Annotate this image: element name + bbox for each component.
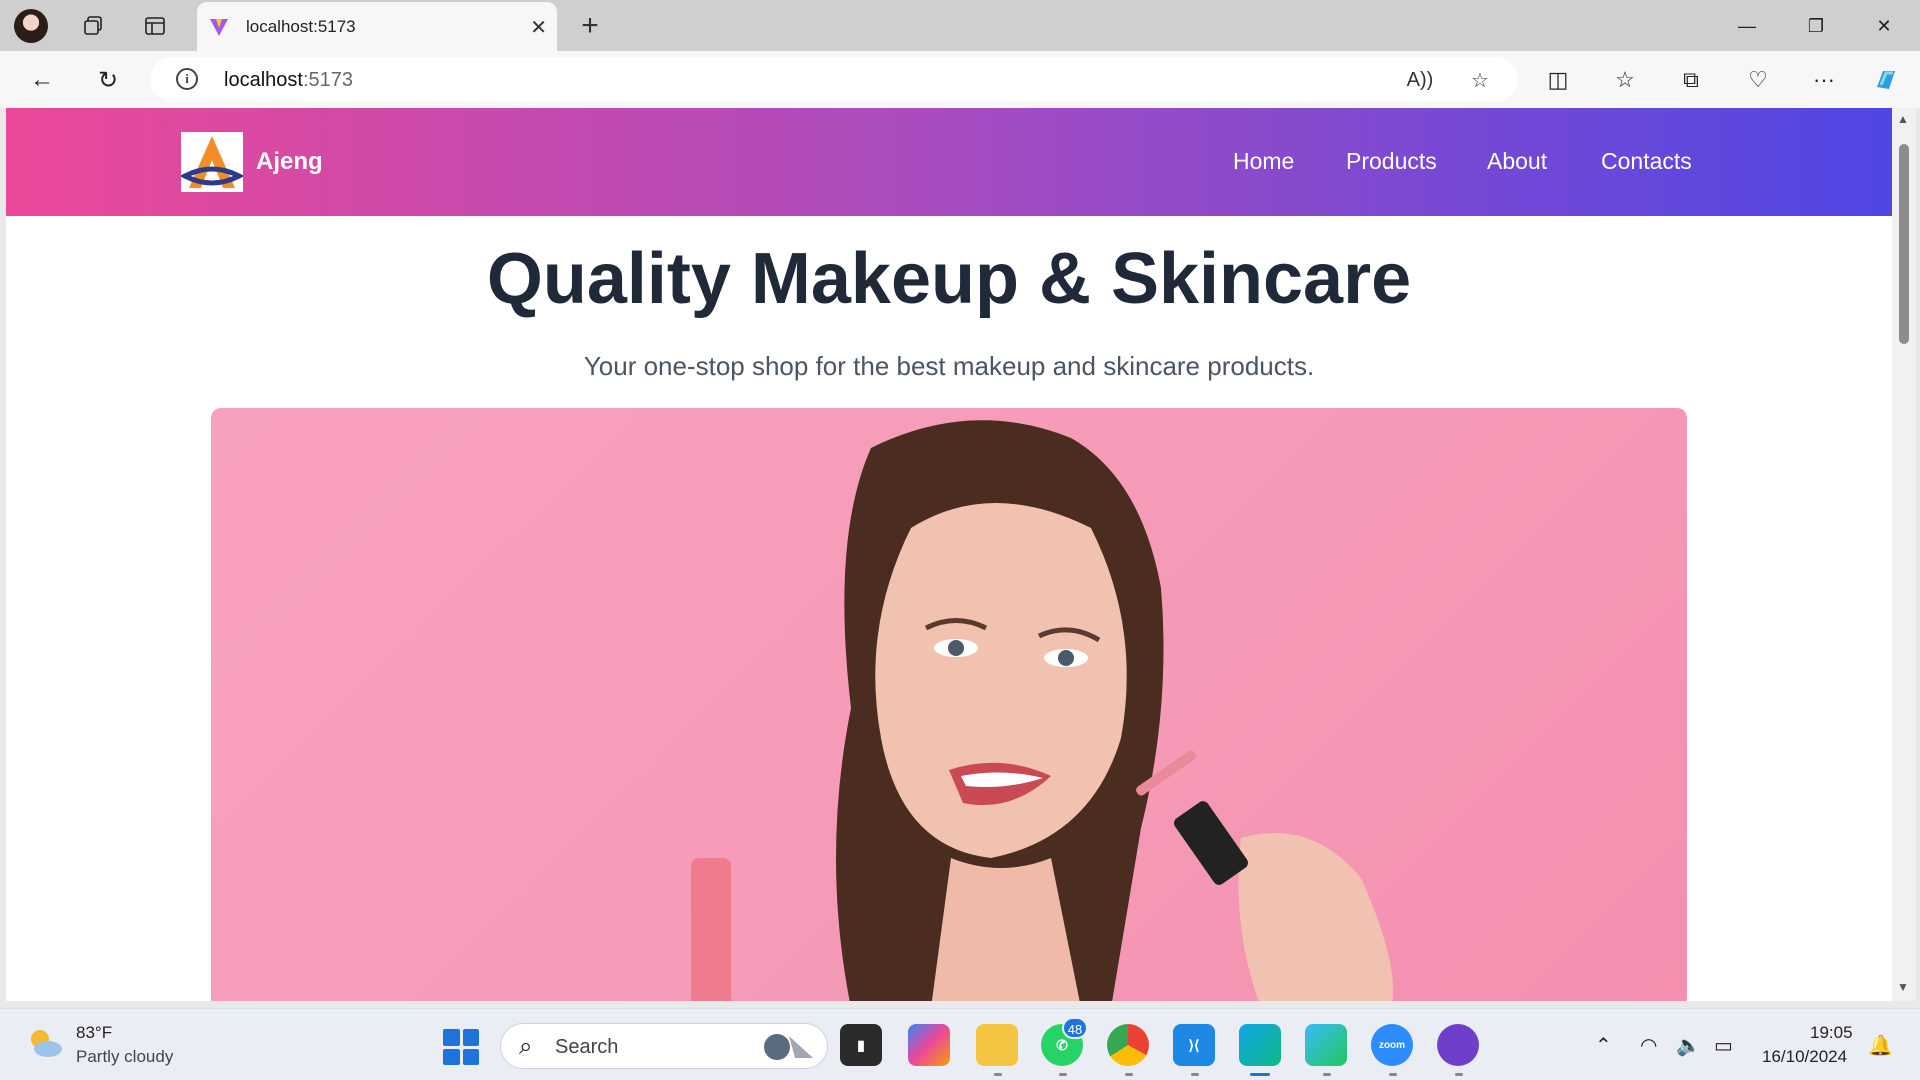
taskbar-search[interactable]: ⌕ Search	[500, 1023, 828, 1069]
search-icon: ⌕	[519, 1033, 533, 1060]
running-indicator	[1125, 1073, 1133, 1076]
github-desktop-icon[interactable]	[1437, 1024, 1479, 1066]
task-view-icon[interactable]: ▮	[840, 1024, 882, 1066]
new-tab-icon[interactable]: +	[572, 8, 608, 44]
refresh-icon[interactable]: ↻	[90, 62, 126, 98]
page-scrollbar[interactable]: ▲ ▼	[1892, 108, 1916, 1001]
edge-dev-icon[interactable]	[1305, 1024, 1347, 1066]
url-text: localhost:5173	[224, 69, 353, 91]
notification-bell-icon[interactable]: 🔔	[1868, 1033, 1893, 1058]
copilot-icon[interactable]	[1868, 62, 1904, 98]
hero-subtitle: Your one-stop shop for the best makeup a…	[583, 351, 1315, 381]
search-highlight-icon	[764, 1034, 813, 1060]
clock-time[interactable]: 19:05	[1810, 1023, 1853, 1043]
nav-products-link[interactable]: Products	[1346, 148, 1437, 175]
nav-contacts-link[interactable]: Contacts	[1601, 148, 1692, 175]
whatsapp-badge: 48	[1062, 1017, 1088, 1039]
favorites-icon[interactable]: ☆	[1607, 62, 1643, 98]
address-bar[interactable]: i localhost:5173 A)) ☆	[150, 57, 1518, 102]
scroll-down-icon[interactable]: ▼	[1897, 980, 1909, 994]
vite-favicon	[210, 19, 228, 36]
volume-icon[interactable]: 🔈	[1676, 1033, 1701, 1058]
favorite-star-icon[interactable]: ☆	[1466, 66, 1494, 94]
windows-taskbar: 83°F Partly cloudy ⌕ Search ▮ ✆ 48 ⟩⟨ zo…	[0, 1008, 1920, 1080]
split-screen-icon[interactable]: ◫	[1540, 62, 1576, 98]
workspaces-icon[interactable]	[75, 8, 111, 44]
running-indicator	[1191, 1073, 1199, 1076]
search-label: Search	[555, 1036, 619, 1058]
scroll-thumb[interactable]	[1899, 144, 1909, 344]
running-indicator	[1455, 1073, 1463, 1076]
browser-tab-strip: localhost:5173 ✕ + — ❐ ✕	[0, 0, 1920, 51]
minimize-icon[interactable]: —	[1725, 9, 1769, 43]
running-indicator	[1389, 1073, 1397, 1076]
close-icon[interactable]: ✕	[530, 15, 547, 40]
zoom-icon[interactable]: zoom	[1371, 1024, 1413, 1066]
brand-name[interactable]: Ajeng	[256, 148, 323, 176]
running-indicator	[994, 1073, 1002, 1076]
running-indicator	[1059, 1073, 1067, 1076]
browser-tab-active[interactable]: localhost:5173 ✕	[197, 2, 557, 51]
copilot-app-icon[interactable]	[908, 1024, 950, 1066]
back-icon[interactable]: ←	[24, 62, 60, 98]
restore-icon[interactable]: ❐	[1794, 9, 1838, 43]
windows-start-icon[interactable]	[443, 1029, 479, 1065]
more-icon[interactable]: ···	[1806, 62, 1842, 98]
file-explorer-icon[interactable]	[976, 1024, 1018, 1066]
clock-date[interactable]: 16/10/2024	[1762, 1047, 1847, 1067]
brand-logo[interactable]	[179, 132, 245, 192]
tray-chevron-up-icon[interactable]: ⌃	[1595, 1033, 1612, 1058]
browser-toolbar: ← ↻ i localhost:5173 A)) ☆ ◫ ☆ ⧉ ♡ ···	[0, 51, 1920, 108]
vscode-icon[interactable]: ⟩⟨	[1173, 1024, 1215, 1066]
browser-essentials-icon[interactable]: ♡	[1740, 62, 1776, 98]
profile-avatar[interactable]	[14, 9, 48, 43]
collections-icon[interactable]: ⧉	[1673, 62, 1709, 98]
hero-image	[211, 408, 1687, 1001]
site-navbar: Ajeng Home Products About Contacts	[6, 108, 1892, 216]
hero-title: Quality Makeup & Skincare	[486, 239, 1412, 319]
battery-icon[interactable]: ▭	[1714, 1033, 1733, 1058]
edge-icon[interactable]	[1239, 1024, 1281, 1066]
wifi-icon[interactable]: ◠	[1640, 1033, 1657, 1058]
nav-home-link[interactable]: Home	[1233, 148, 1294, 175]
nav-about-link[interactable]: About	[1487, 148, 1547, 175]
read-aloud-icon[interactable]: A))	[1406, 66, 1434, 94]
tab-title: localhost:5173	[246, 17, 356, 36]
weather-description[interactable]: Partly cloudy	[76, 1047, 173, 1067]
running-indicator	[1323, 1073, 1331, 1076]
site-info-icon[interactable]: i	[176, 68, 198, 90]
active-indicator	[1250, 1073, 1270, 1076]
window-close-icon[interactable]: ✕	[1862, 9, 1906, 43]
scroll-up-icon[interactable]: ▲	[1897, 112, 1909, 126]
weather-temperature[interactable]: 83°F	[76, 1023, 112, 1043]
chrome-icon[interactable]	[1107, 1024, 1149, 1066]
page-viewport: Ajeng Home Products About Contacts Quali…	[6, 108, 1892, 1001]
tab-actions-icon[interactable]	[137, 8, 173, 44]
weather-partly-cloudy-icon[interactable]	[26, 1027, 64, 1059]
